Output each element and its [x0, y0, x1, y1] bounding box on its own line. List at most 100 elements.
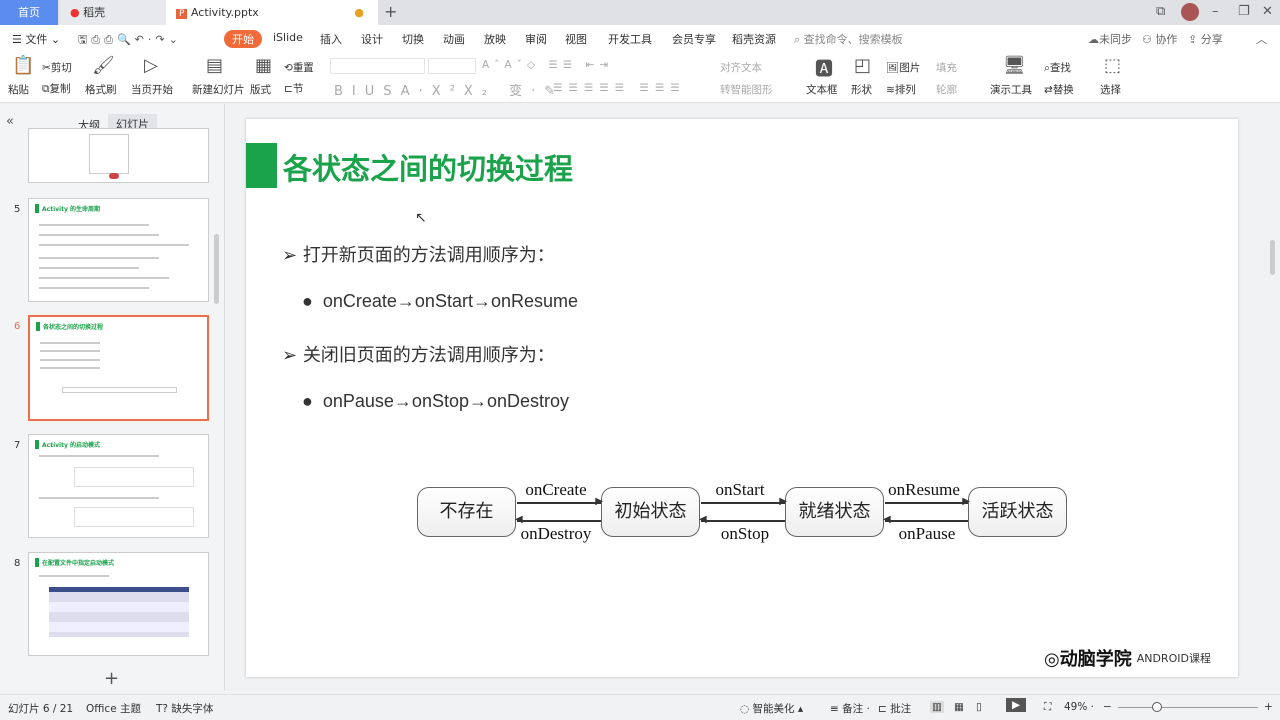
- minimize-button[interactable]: –: [1212, 4, 1219, 19]
- zoom-out-button[interactable]: −: [1103, 701, 1112, 713]
- menu-animation[interactable]: 动画: [443, 31, 465, 47]
- font-family-select[interactable]: [330, 58, 425, 74]
- zoom-slider-handle[interactable]: [1152, 702, 1162, 712]
- layout-button[interactable]: 版式: [250, 82, 271, 97]
- notes-button[interactable]: ≡ 备注 ·: [830, 701, 870, 716]
- menu-file[interactable]: ☰ 文件 ⌄: [12, 31, 60, 47]
- slide-number: 8: [14, 558, 21, 569]
- slide-title: 各状态之间的切换过程: [283, 152, 574, 186]
- menu-slideshow[interactable]: 放映: [484, 31, 506, 47]
- add-slide-button[interactable]: +: [104, 668, 119, 689]
- window-count-icon[interactable]: ⧉: [1156, 4, 1165, 19]
- collab-button[interactable]: ⚇ 协作: [1142, 31, 1177, 47]
- tab-bar: 首页 ● 稻壳 P Activity.pptx ● + ⧉ – ❐ ✕: [0, 0, 1280, 25]
- thumb-title: Activity 的生命周期: [35, 204, 100, 213]
- new-slide-button[interactable]: 新建幻灯片: [192, 82, 245, 97]
- quick-access-icons[interactable]: 🖫⎙⎙🔍↶·↷⌄: [78, 31, 182, 50]
- reading-view-icon[interactable]: ▯: [976, 701, 982, 713]
- sorter-view-icon[interactable]: ▦: [954, 701, 964, 713]
- thumb-flowchart: [89, 134, 129, 174]
- menu-developer[interactable]: 开发工具: [608, 31, 652, 47]
- menu-daoke-resources[interactable]: 稻壳资源: [732, 31, 776, 47]
- textbox-button[interactable]: 文本框: [806, 82, 838, 97]
- shape-button[interactable]: 形状: [851, 82, 872, 97]
- paste-icon[interactable]: 📋: [12, 55, 34, 76]
- thumb-title: Activity 的启动模式: [35, 440, 100, 449]
- tab-home[interactable]: 首页: [0, 0, 58, 25]
- fill-button[interactable]: 填充: [936, 60, 957, 75]
- shape-icon: ◰: [854, 55, 872, 76]
- tab-document[interactable]: P Activity.pptx ●: [166, 0, 378, 25]
- zoom-in-button[interactable]: +: [1264, 701, 1273, 713]
- comment-button[interactable]: ⊏ 批注: [878, 701, 911, 716]
- slide-canvas[interactable]: 各状态之间的切换过程 ➢ 打开新页面的方法调用顺序为： ● onCreate→o…: [246, 119, 1238, 677]
- cut-button[interactable]: ✂剪切: [42, 60, 72, 75]
- menu-islide[interactable]: iSlide: [273, 31, 303, 44]
- arrange-button[interactable]: ≋排列: [886, 82, 916, 97]
- collapse-panel-icon[interactable]: «: [6, 114, 14, 129]
- editor-scrollbar[interactable]: [1270, 240, 1275, 275]
- replace-button[interactable]: ⇄替换: [1044, 82, 1074, 97]
- paragraph-align-buttons[interactable]: ☰☰☰☰☰ ☰☰☰: [553, 82, 686, 94]
- outline-button[interactable]: 轮廓: [936, 82, 957, 97]
- zoom-level[interactable]: 49% ·: [1064, 701, 1094, 713]
- slide-thumbnail-4[interactable]: [28, 128, 209, 183]
- text-format-buttons[interactable]: BIUSA·X²X₂ 变·✎: [334, 80, 564, 99]
- sync-button[interactable]: ☁未同步: [1088, 31, 1132, 47]
- label-onstart: onStart: [715, 480, 765, 499]
- missing-fonts-button[interactable]: T? 缺失字体: [156, 701, 213, 716]
- font-size-select[interactable]: [428, 58, 476, 74]
- smart-shape-button[interactable]: 转智能图形: [720, 82, 773, 97]
- tab-daoke[interactable]: ● 稻壳: [60, 0, 166, 25]
- close-button[interactable]: ✕: [1262, 4, 1273, 19]
- menu-design[interactable]: 设计: [361, 31, 383, 47]
- slide-thumbnail-5[interactable]: Activity 的生命周期: [28, 198, 209, 302]
- align-text-button[interactable]: 对齐文本: [720, 60, 762, 75]
- play-slideshow-button[interactable]: ▶: [1006, 698, 1027, 712]
- thumb-title: 在配置文件中指定启动模式: [35, 558, 114, 567]
- slide-thumbnail-8[interactable]: 在配置文件中指定启动模式: [28, 552, 209, 656]
- slide-counter: 幻灯片 6 / 21: [8, 703, 74, 715]
- layout-icon: ▦: [255, 55, 273, 76]
- slide-number: 7: [14, 440, 21, 451]
- normal-view-icon[interactable]: ▥: [930, 701, 944, 713]
- menu-member[interactable]: 会员专享: [672, 31, 716, 47]
- menu-review[interactable]: 审阅: [525, 31, 547, 47]
- smart-beautify-button[interactable]: ◌ 智能美化 ▴: [740, 701, 803, 716]
- menu-bar: ☰ 文件 ⌄ 🖫⎙⎙🔍↶·↷⌄ 开始 iSlide 插入 设计 切换 动画 放映…: [0, 25, 1280, 53]
- paste-button[interactable]: 粘贴: [8, 82, 29, 97]
- arrow-backward: ◀: [883, 514, 968, 525]
- fit-window-icon[interactable]: ⛶: [1044, 701, 1051, 714]
- tab-document-label: Activity.pptx: [190, 6, 259, 19]
- avatar[interactable]: [1181, 3, 1199, 21]
- find-button[interactable]: ⌕查找: [1044, 60, 1071, 75]
- restore-button[interactable]: ❐: [1238, 4, 1250, 19]
- pptx-icon: P: [176, 9, 188, 19]
- share-button[interactable]: ⇪ 分享: [1188, 31, 1223, 47]
- slide-thumbnail-7[interactable]: Activity 的启动模式: [28, 434, 209, 538]
- menu-transition[interactable]: 切换: [402, 31, 424, 47]
- play-current-button[interactable]: 当页开始: [131, 82, 173, 97]
- course-label: | ANDROID课程: [1126, 652, 1211, 665]
- menu-insert[interactable]: 插入: [320, 31, 342, 47]
- reset-button[interactable]: ⟲重置: [284, 60, 314, 75]
- section-button[interactable]: ⊏节: [284, 81, 303, 96]
- font-size-tools[interactable]: AˆAˇ◇ ☰☰ ⇤⇥: [482, 59, 613, 71]
- command-search[interactable]: ⌕ 查找命令、搜索模板: [794, 31, 903, 47]
- new-tab-button[interactable]: +: [384, 2, 397, 21]
- arrow-forward: ▶: [517, 496, 603, 507]
- select-button[interactable]: 选择: [1100, 82, 1121, 97]
- panel-scrollbar[interactable]: [214, 234, 219, 304]
- present-tools-button[interactable]: 演示工具: [990, 82, 1032, 97]
- menu-view[interactable]: 视图: [565, 31, 587, 47]
- menu-start[interactable]: 开始: [224, 30, 262, 48]
- play-icon: ▷: [144, 55, 158, 76]
- zoom-slider[interactable]: [1118, 707, 1258, 708]
- copy-button[interactable]: ⧉复制: [42, 81, 71, 96]
- theme-name[interactable]: Office 主题: [86, 701, 141, 716]
- collapse-ribbon-icon[interactable]: ︿: [1256, 31, 1267, 47]
- mouse-cursor: ↖: [415, 210, 427, 226]
- picture-button[interactable]: 🖼图片: [886, 60, 920, 75]
- format-painter-button[interactable]: 格式刷: [85, 82, 117, 97]
- slide-thumbnail-6[interactable]: 各状态之间的切换过程: [28, 315, 209, 421]
